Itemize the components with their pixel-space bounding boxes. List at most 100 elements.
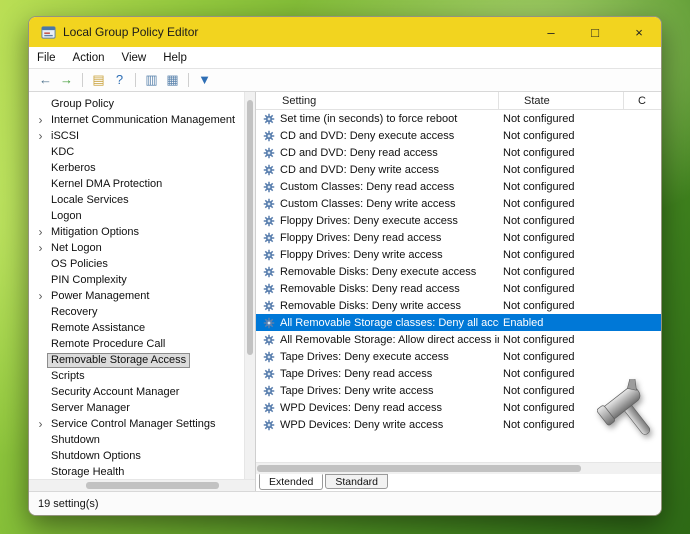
menu-help[interactable]: Help bbox=[163, 52, 187, 64]
tree-item[interactable]: Scripts bbox=[29, 368, 255, 384]
tree-item[interactable]: Shutdown bbox=[29, 432, 255, 448]
tree-item[interactable]: ›Mitigation Options bbox=[29, 224, 255, 240]
gpedit-window: Local Group Policy Editor – □ × File Act… bbox=[28, 16, 662, 516]
tree-item[interactable]: ›Service Control Manager Settings bbox=[29, 416, 255, 432]
list-horizontal-scrollbar[interactable] bbox=[256, 462, 661, 474]
tree-item-label: Kerberos bbox=[47, 161, 100, 176]
tree-item[interactable]: Server Manager bbox=[29, 400, 255, 416]
tree-item[interactable]: Kerberos bbox=[29, 160, 255, 176]
setting-state: Not configured bbox=[499, 113, 624, 125]
minimize-button[interactable]: – bbox=[529, 17, 573, 47]
settings-row[interactable]: All Removable Storage: Allow direct acce… bbox=[256, 331, 661, 348]
tree: Group Policy›Internet Communication Mana… bbox=[29, 92, 255, 479]
close-button[interactable]: × bbox=[617, 17, 661, 47]
tree-item[interactable]: Remote Assistance bbox=[29, 320, 255, 336]
toolbar-separator bbox=[188, 73, 189, 87]
menu-action[interactable]: Action bbox=[73, 52, 105, 64]
tree-item-label: Power Management bbox=[47, 289, 153, 304]
tree-item[interactable]: ›Internet Communication Management bbox=[29, 112, 255, 128]
column-header-setting[interactable]: Setting bbox=[256, 92, 499, 109]
export-list-icon[interactable]: ▤ bbox=[88, 70, 109, 90]
settings-row[interactable]: Custom Classes: Deny write accessNot con… bbox=[256, 195, 661, 212]
menu-file[interactable]: File bbox=[37, 52, 56, 64]
show-console-tree-icon[interactable]: ▥ bbox=[141, 70, 162, 90]
setting-cell: Custom Classes: Deny read access bbox=[256, 181, 499, 193]
chevron-right-icon[interactable]: › bbox=[34, 226, 47, 238]
tree-item[interactable]: PIN Complexity bbox=[29, 272, 255, 288]
list-view-icon[interactable]: ▦ bbox=[162, 70, 183, 90]
chevron-right-icon[interactable]: › bbox=[34, 130, 47, 142]
tree-item[interactable]: ›Power Management bbox=[29, 288, 255, 304]
tab-extended[interactable]: Extended bbox=[259, 474, 323, 490]
settings-row[interactable]: CD and DVD: Deny write access Not configu… bbox=[256, 161, 661, 178]
tree-item[interactable]: Locale Services bbox=[29, 192, 255, 208]
chevron-right-icon[interactable]: › bbox=[34, 418, 47, 430]
tree-item[interactable]: Storage Health bbox=[29, 464, 255, 479]
tree-item[interactable]: KDC bbox=[29, 144, 255, 160]
setting-name: Removable Disks: Deny write access bbox=[280, 300, 461, 312]
column-header-comment[interactable]: C bbox=[624, 92, 661, 109]
tree-item[interactable]: Group Policy bbox=[29, 96, 255, 112]
settings-row[interactable]: Removable Disks: Deny execute accessNot … bbox=[256, 263, 661, 280]
menu-view[interactable]: View bbox=[122, 52, 147, 64]
policy-setting-icon bbox=[263, 419, 275, 431]
tree-item[interactable]: Recovery bbox=[29, 304, 255, 320]
setting-state: Not configured bbox=[499, 368, 624, 380]
tree-vertical-scrollbar-thumb[interactable] bbox=[247, 100, 253, 355]
setting-name: CD and DVD: Deny write access bbox=[280, 164, 439, 176]
filter-icon[interactable]: ▼ bbox=[194, 70, 215, 90]
column-header-state[interactable]: State bbox=[499, 92, 624, 109]
app-icon[interactable] bbox=[41, 25, 56, 40]
back-icon[interactable]: ← bbox=[35, 70, 56, 90]
tree-vertical-scrollbar[interactable] bbox=[244, 92, 255, 479]
chevron-right-icon[interactable]: › bbox=[34, 114, 47, 126]
forward-icon[interactable]: → bbox=[56, 70, 77, 90]
tree-item[interactable]: Kernel DMA Protection bbox=[29, 176, 255, 192]
settings-row[interactable]: Removable Disks: Deny read accessNot con… bbox=[256, 280, 661, 297]
list-horizontal-scrollbar-thumb[interactable] bbox=[257, 465, 581, 472]
title-bar[interactable]: Local Group Policy Editor – □ × bbox=[29, 17, 661, 47]
tree-item[interactable]: ›Net Logon bbox=[29, 240, 255, 256]
policy-setting-icon bbox=[263, 385, 275, 397]
settings-row[interactable]: Removable Disks: Deny write accessNot co… bbox=[256, 297, 661, 314]
setting-name: Removable Disks: Deny execute access bbox=[280, 266, 476, 278]
help-icon[interactable]: ? bbox=[109, 70, 130, 90]
settings-row[interactable]: Custom Classes: Deny read accessNot conf… bbox=[256, 178, 661, 195]
chevron-right-icon[interactable]: › bbox=[34, 290, 47, 302]
tab-standard-label: Standard bbox=[335, 476, 378, 488]
setting-cell: WPD Devices: Deny write access bbox=[256, 419, 499, 431]
tree-item[interactable]: Remote Procedure Call bbox=[29, 336, 255, 352]
tree-item[interactable]: ›iSCSI bbox=[29, 128, 255, 144]
tree-item[interactable]: OS Policies bbox=[29, 256, 255, 272]
settings-row[interactable]: CD and DVD: Deny execute accessNot confi… bbox=[256, 127, 661, 144]
settings-row[interactable]: Floppy Drives: Deny write accessNot conf… bbox=[256, 246, 661, 263]
setting-cell: CD and DVD: Deny write access bbox=[256, 164, 499, 176]
settings-row[interactable]: Floppy Drives: Deny read accessNot confi… bbox=[256, 229, 661, 246]
setting-cell: Floppy Drives: Deny read access bbox=[256, 232, 499, 244]
tree-item-label: KDC bbox=[47, 145, 78, 160]
setting-cell: CD and DVD: Deny execute access bbox=[256, 130, 499, 142]
tree-item[interactable]: Logon bbox=[29, 208, 255, 224]
settings-row[interactable]: CD and DVD: Deny read accessNot configur… bbox=[256, 144, 661, 161]
settings-row[interactable]: Floppy Drives: Deny execute accessNot co… bbox=[256, 212, 661, 229]
setting-state: Not configured bbox=[499, 164, 624, 176]
tree-horizontal-scrollbar[interactable] bbox=[29, 479, 255, 491]
tree-item[interactable]: Shutdown Options bbox=[29, 448, 255, 464]
settings-row[interactable]: Tape Drives: Deny execute accessNot conf… bbox=[256, 348, 661, 365]
policy-setting-icon bbox=[263, 215, 275, 227]
view-tabs: Extended Standard bbox=[256, 474, 661, 491]
settings-row[interactable]: Set time (in seconds) to force rebootNot… bbox=[256, 110, 661, 127]
settings-row[interactable]: All Removable Storage classes: Deny all … bbox=[256, 314, 661, 331]
tab-extended-label: Extended bbox=[269, 476, 313, 488]
status-text: 19 setting(s) bbox=[38, 498, 99, 510]
maximize-button[interactable]: □ bbox=[573, 17, 617, 47]
hammer-graphic bbox=[597, 379, 661, 445]
chevron-right-icon[interactable]: › bbox=[34, 242, 47, 254]
tree-item[interactable]: Security Account Manager bbox=[29, 384, 255, 400]
tab-standard[interactable]: Standard bbox=[325, 474, 388, 489]
setting-name: Custom Classes: Deny write access bbox=[280, 198, 455, 210]
tree-item[interactable]: Removable Storage Access bbox=[29, 352, 255, 368]
tree-horizontal-scrollbar-thumb[interactable] bbox=[86, 482, 219, 489]
setting-state: Not configured bbox=[499, 334, 624, 346]
setting-cell: All Removable Storage: Allow direct acce… bbox=[256, 334, 499, 346]
